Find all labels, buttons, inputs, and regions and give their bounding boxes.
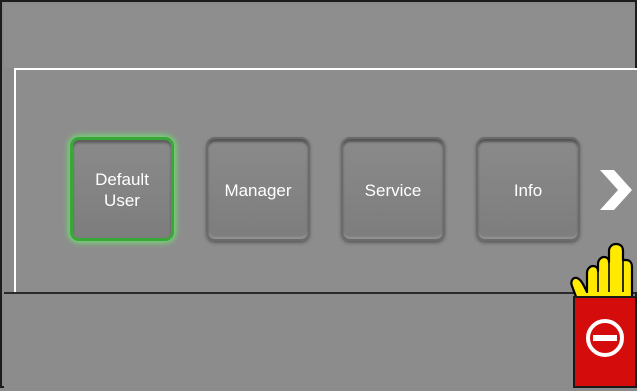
no-entry-icon (586, 319, 624, 357)
bottom-bar (4, 292, 635, 390)
user-tile-default-user[interactable]: Default User (70, 137, 174, 241)
chevron-right-icon[interactable] (596, 166, 636, 214)
stop-button[interactable] (573, 296, 637, 388)
user-tile-label: Manager (224, 180, 292, 200)
user-tile-info[interactable]: Info (476, 137, 580, 241)
user-tile-label: Service (364, 180, 422, 200)
user-tile-label: Default User (95, 170, 149, 210)
user-tile-manager[interactable]: Manager (206, 137, 310, 241)
user-tile-label: Info (513, 180, 543, 200)
top-bar (4, 4, 635, 68)
user-tile-service[interactable]: Service (341, 137, 445, 241)
